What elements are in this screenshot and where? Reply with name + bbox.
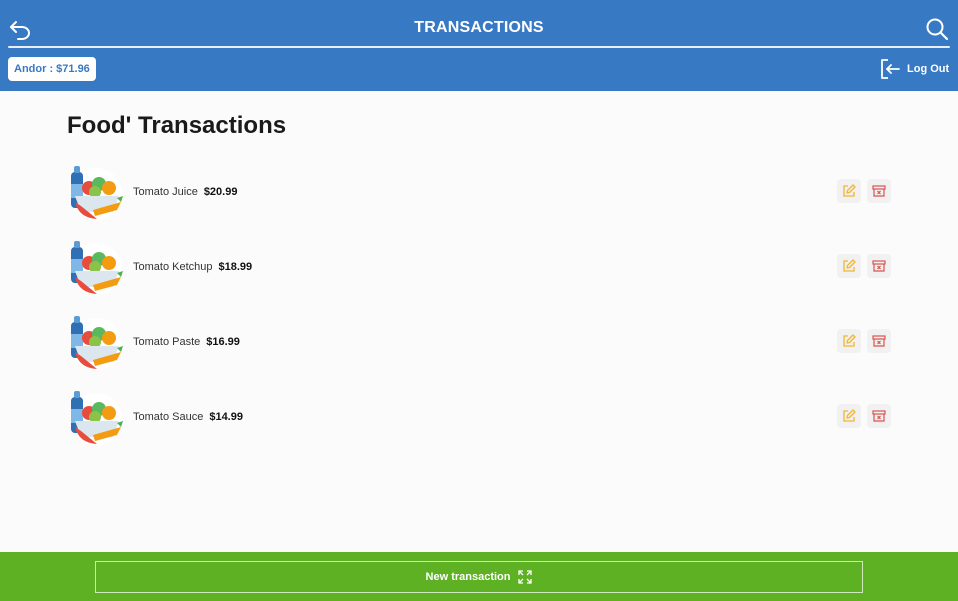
- food-basket-icon: [70, 391, 123, 445]
- item-name: Tomato Ketchup: [133, 261, 213, 273]
- edit-pencil-icon: [843, 259, 856, 272]
- search-icon: [926, 18, 949, 41]
- food-basket-icon: [70, 316, 123, 370]
- edit-button[interactable]: [837, 179, 861, 203]
- delete-button[interactable]: [867, 404, 891, 428]
- row-actions: [831, 404, 891, 428]
- footer-bar: New transaction: [0, 552, 958, 601]
- item-price: $20.99: [203, 186, 238, 198]
- page-header-title: TRANSACTIONS: [414, 19, 544, 36]
- logout-label: Log Out: [907, 63, 950, 75]
- delete-archive-icon: [872, 260, 886, 272]
- logout-button[interactable]: Log Out: [879, 58, 949, 80]
- expand-icon: [518, 570, 533, 584]
- search-button[interactable]: [924, 16, 950, 42]
- list-item[interactable]: Tomato Ketchup $18.99: [67, 237, 893, 297]
- list-item[interactable]: Tomato Paste $16.99: [67, 312, 893, 372]
- balance-badge: Andor : $71.96: [8, 57, 96, 81]
- list-item[interactable]: Tomato Sauce $14.99: [67, 387, 893, 447]
- delete-archive-icon: [872, 185, 886, 197]
- app-header: TRANSACTIONS Andor : $71.96 Log Out: [0, 0, 958, 91]
- item-price: $18.99: [218, 261, 253, 273]
- edit-pencil-icon: [843, 334, 856, 347]
- list-item[interactable]: Tomato Juice $20.99: [67, 162, 893, 222]
- logout-icon: [881, 59, 900, 79]
- row-actions: [831, 329, 891, 353]
- row-actions: [831, 254, 891, 278]
- edit-pencil-icon: [843, 409, 856, 422]
- item-name: Tomato Juice: [133, 186, 198, 198]
- item-name: Tomato Sauce: [133, 411, 204, 423]
- new-transaction-label: New transaction: [425, 571, 511, 583]
- page-title: Food' Transactions: [67, 112, 287, 139]
- header-divider: [8, 46, 950, 48]
- food-basket-icon: [70, 241, 123, 295]
- item-name: Tomato Paste: [133, 336, 201, 348]
- row-actions: [831, 179, 891, 203]
- delete-archive-icon: [872, 410, 886, 422]
- edit-button[interactable]: [837, 329, 861, 353]
- item-price: $16.99: [206, 336, 240, 348]
- delete-button[interactable]: [867, 254, 891, 278]
- delete-button[interactable]: [867, 329, 891, 353]
- new-transaction-button[interactable]: New transaction: [95, 561, 863, 593]
- edit-button[interactable]: [837, 254, 861, 278]
- edit-button[interactable]: [837, 404, 861, 428]
- delete-button[interactable]: [867, 179, 891, 203]
- delete-archive-icon: [872, 335, 886, 347]
- edit-pencil-icon: [843, 184, 856, 197]
- item-price: $14.99: [209, 411, 243, 423]
- food-basket-icon: [70, 166, 123, 220]
